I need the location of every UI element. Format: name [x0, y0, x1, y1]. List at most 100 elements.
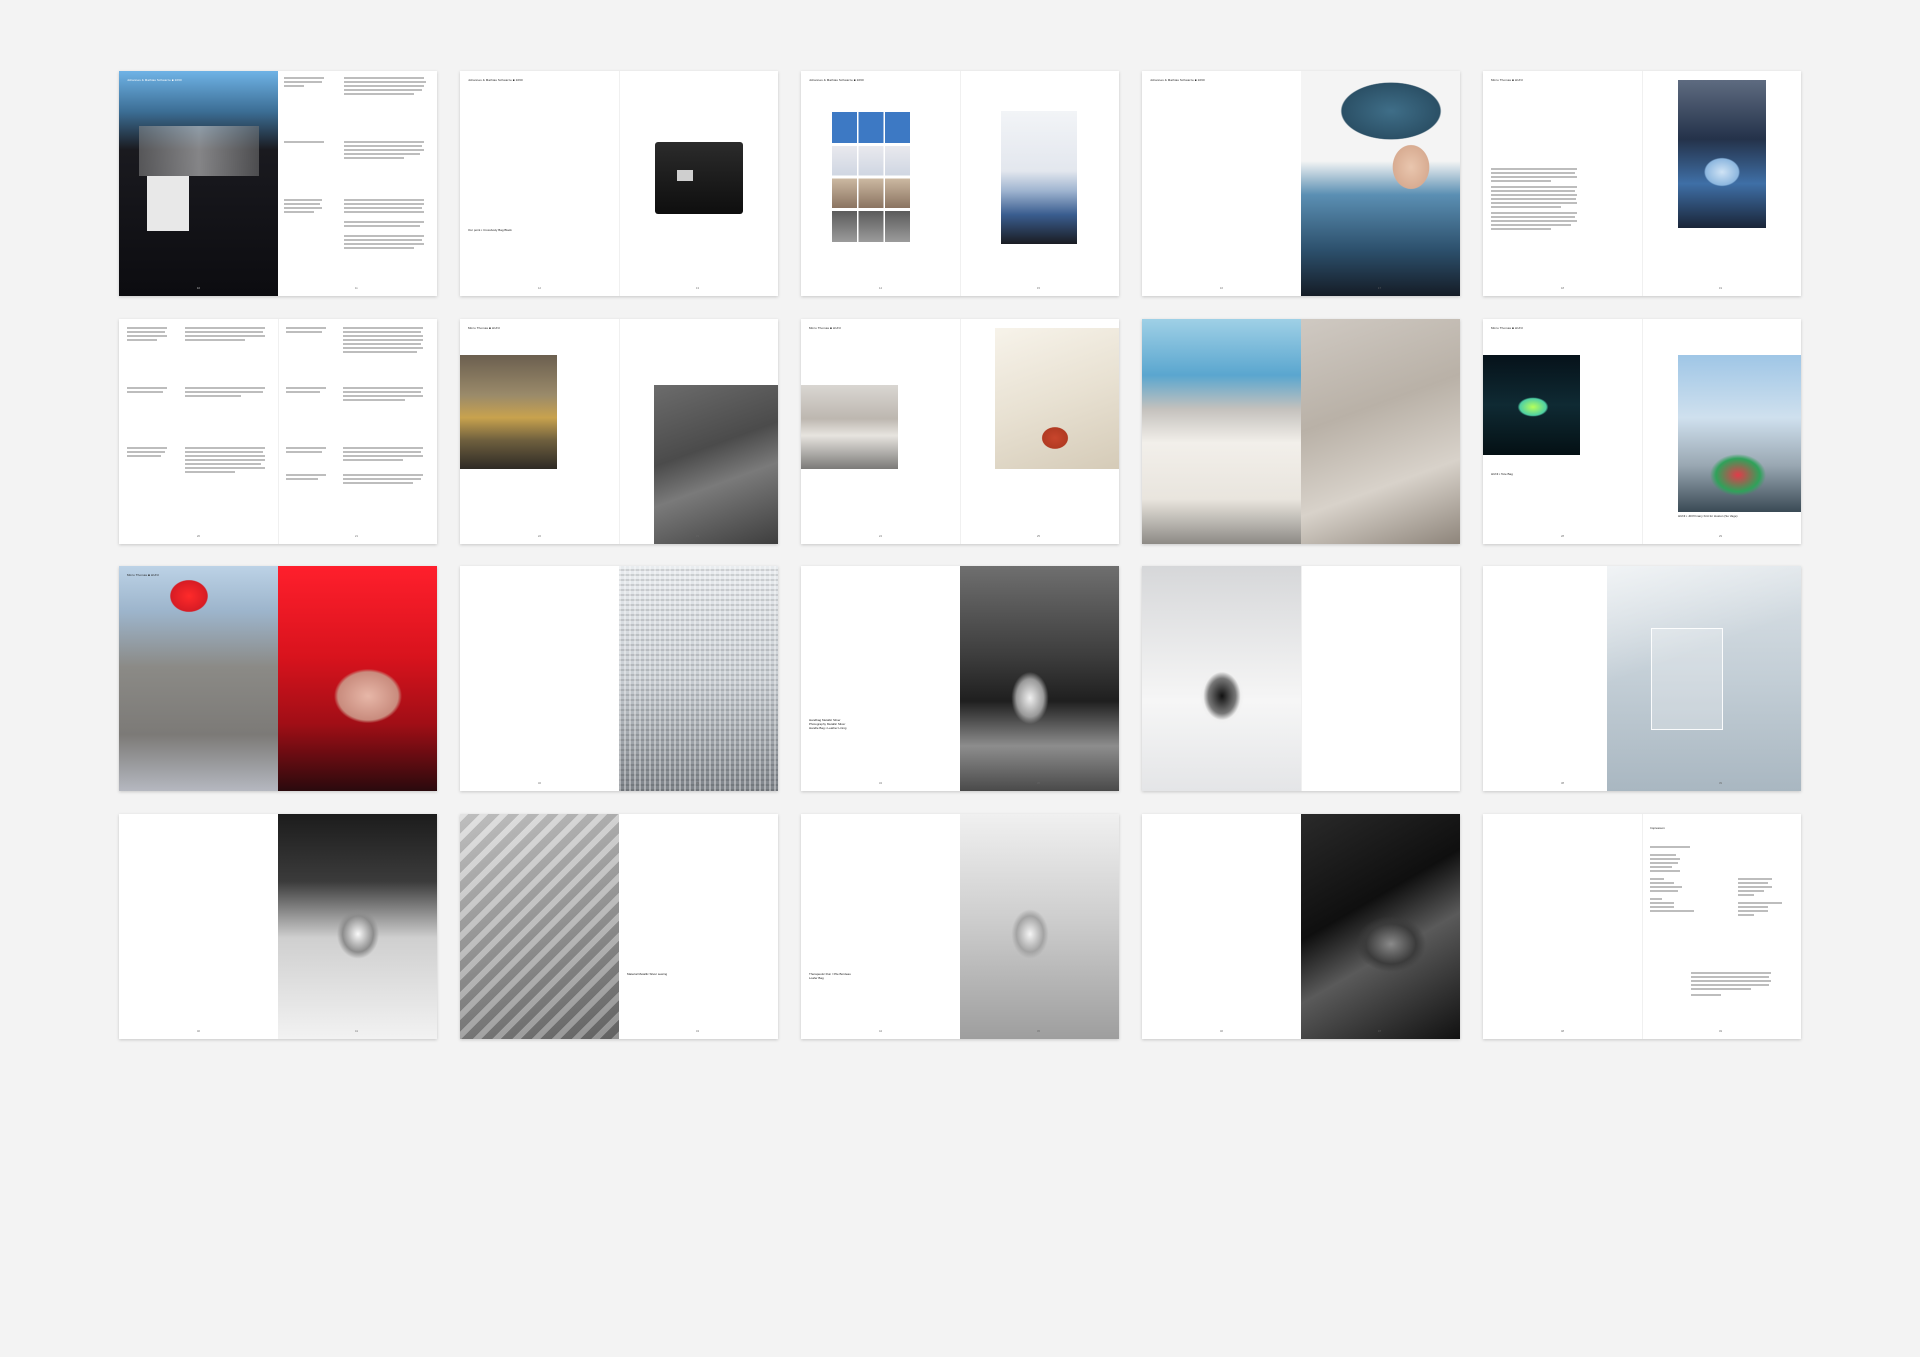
- caption-tote: HUNI ▪ Tote Bag: [1491, 472, 1513, 476]
- spread-7[interactable]: Mirco Thomas ■ HUNI 22 23: [460, 319, 778, 544]
- text-line: [344, 207, 422, 209]
- spread-6[interactable]: 20 21: [119, 319, 437, 544]
- text-line: [1738, 910, 1768, 912]
- folio-left: 20: [197, 535, 200, 538]
- text-line: [344, 221, 424, 223]
- folio-right: 21: [355, 535, 358, 538]
- folio-right: 11: [355, 287, 358, 290]
- text-line: [1650, 902, 1674, 904]
- text-line: [1691, 984, 1769, 986]
- spread-9[interactable]: [1142, 319, 1460, 544]
- folio-left: 14: [879, 287, 882, 290]
- spread-11[interactable]: Mirco Thomas ■ HUNI: [119, 566, 437, 791]
- folio-left: 12: [538, 287, 541, 290]
- running-head: Mirco Thomas ■ HUNI: [468, 326, 500, 330]
- text-line: [343, 327, 423, 329]
- folio-right: 39: [1719, 782, 1722, 785]
- text-line: [284, 77, 324, 79]
- folio-left: 46: [1220, 1030, 1223, 1033]
- text-line: [1491, 186, 1577, 188]
- spread-13[interactable]: Handbag Metallic Silver Photography Meta…: [801, 566, 1119, 791]
- folio-right: 15: [1037, 287, 1040, 290]
- text-line: [1491, 228, 1551, 230]
- text-line: [343, 387, 423, 389]
- spread-17[interactable]: Material Metallic Silver sewing 43: [460, 814, 778, 1039]
- text-line: [343, 335, 423, 337]
- text-line: [343, 451, 421, 453]
- text-line: [286, 331, 322, 333]
- folio-right: 47: [1378, 1030, 1381, 1033]
- photo-white-bag-red-patch: [995, 328, 1119, 469]
- text-line: [344, 211, 424, 213]
- folio-right: 13: [696, 287, 699, 290]
- text-line: [286, 447, 326, 449]
- spread-15[interactable]: 38 39: [1483, 566, 1801, 791]
- spread-overview-board: Johannes & Mathias Schwarze ■ 1060 10 11: [0, 0, 1920, 1357]
- text-line: [343, 343, 421, 345]
- text-line: [284, 207, 322, 209]
- folio-left: 10: [197, 287, 200, 290]
- text-line: [344, 235, 424, 237]
- spread-20[interactable]: Impressum 48 49: [1483, 814, 1801, 1039]
- photo-metal-grid-sculpture: [619, 566, 778, 791]
- spread-1[interactable]: Johannes & Mathias Schwarze ■ 1060 10 11: [119, 71, 437, 296]
- text-line: [284, 203, 320, 205]
- text-line: [1491, 172, 1575, 174]
- photo-studio-desk: [801, 385, 898, 469]
- spine: [278, 319, 279, 544]
- spread-2[interactable]: Johannes & Mathias Schwarze ■ 1060 Our p…: [460, 71, 778, 296]
- text-line: [286, 391, 320, 393]
- text-line: [284, 85, 304, 87]
- spread-5[interactable]: Mirco Thomas ■ HUNI 18 19: [1483, 71, 1801, 296]
- spread-18[interactable]: Therapeutic Run / Pile Bordeau Loafer Ba…: [801, 814, 1119, 1039]
- spread-4[interactable]: Johannes & Mathias Schwarze ■ 1060 16 17: [1142, 71, 1460, 296]
- text-line: [344, 93, 414, 95]
- folio-right: 43: [696, 1030, 699, 1033]
- spread-8[interactable]: Mirco Thomas ■ HUNI 24 25: [801, 319, 1119, 544]
- caption-material: Material Metallic Silver sewing: [627, 972, 668, 976]
- folio-left: 24: [879, 535, 882, 538]
- text-line: [343, 478, 421, 480]
- spread-12[interactable]: 32 33: [460, 566, 778, 791]
- folio-right: 49: [1719, 1030, 1722, 1033]
- text-line: [344, 225, 420, 227]
- text-line: [344, 89, 422, 91]
- text-line: [1738, 882, 1768, 884]
- photo-neon-cylinder: [1483, 355, 1580, 455]
- photo-black-bag-product: [655, 142, 743, 214]
- text-line: [344, 141, 424, 143]
- photo-silver-handbag-dark: [960, 566, 1119, 791]
- photo-metal-parts: [1301, 319, 1460, 544]
- spread-14[interactable]: [1142, 566, 1460, 791]
- photo-goggles-jacket-model: [1678, 355, 1801, 512]
- text-line: [344, 77, 424, 79]
- spread-16[interactable]: 40 41: [119, 814, 437, 1039]
- text-line: [185, 335, 265, 337]
- folio-left: 22: [538, 535, 541, 538]
- photo-man-working-desk: [460, 355, 557, 469]
- spread-19[interactable]: 46 47: [1142, 814, 1460, 1039]
- running-head: Johannes & Mathias Schwarze ■ 1060: [468, 78, 523, 82]
- folio-left: 38: [1561, 782, 1564, 785]
- text-line: [1650, 878, 1664, 880]
- caption-handle-bag: Handbag Metallic Silver Photography Meta…: [809, 718, 847, 730]
- text-line: [343, 459, 403, 461]
- text-line: [344, 203, 424, 205]
- folio-left: 16: [1220, 287, 1223, 290]
- text-line: [1691, 994, 1721, 996]
- text-line: [127, 331, 165, 333]
- text-line: [1491, 176, 1577, 178]
- text-line: [343, 399, 405, 401]
- text-line: [1738, 890, 1764, 892]
- spread-10[interactable]: Mirco Thomas ■ HUNI HUNI ▪ Tote Bag HUNI…: [1483, 319, 1801, 544]
- running-head: Johannes & Mathias Schwarze ■ 1060: [127, 78, 182, 82]
- text-line: [343, 447, 423, 449]
- folio-left: 44: [879, 1030, 882, 1033]
- text-line: [1650, 858, 1680, 860]
- text-line: [185, 471, 235, 473]
- photo-storage-bags: [1142, 319, 1301, 544]
- spread-3[interactable]: Johannes & Mathias Schwarze ■ 1060 14 15: [801, 71, 1119, 296]
- text-line: [1650, 890, 1678, 892]
- text-line: [1491, 198, 1576, 200]
- spine: [619, 319, 620, 544]
